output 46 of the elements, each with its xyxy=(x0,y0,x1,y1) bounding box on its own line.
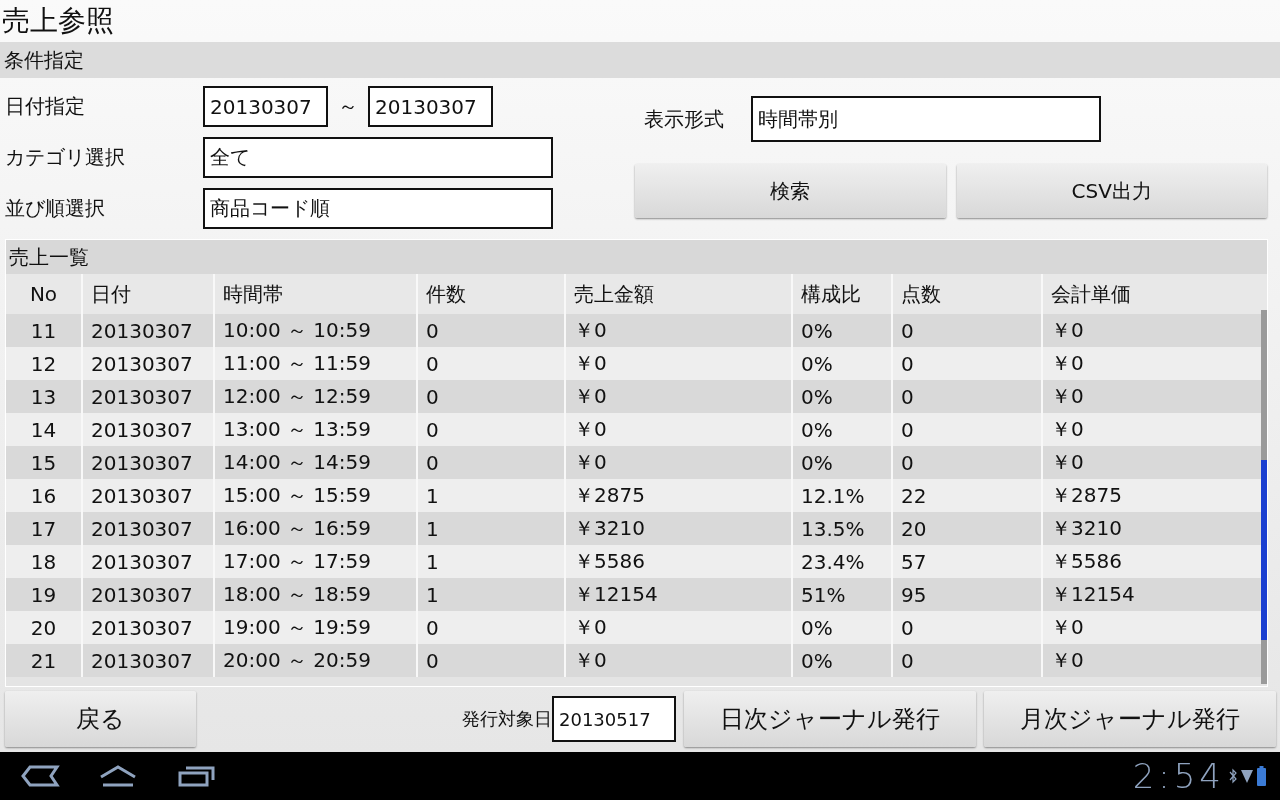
field-label: 発行対象日 xyxy=(462,707,552,731)
input-field[interactable]: 商品コード順 xyxy=(203,188,553,229)
back-button[interactable]: 戻る xyxy=(5,691,196,747)
export-button[interactable]: CSV出力 xyxy=(956,164,1267,218)
signal-icon xyxy=(1241,768,1253,784)
table-cell-text: 19 xyxy=(29,581,58,609)
screen-title: 売上参照 xyxy=(1,3,115,39)
journal-button[interactable]: 月次ジャーナル発行 xyxy=(984,691,1276,747)
input-field[interactable]: 20130307 xyxy=(203,86,328,127)
table-cell: ￥0 xyxy=(564,644,791,677)
search-button[interactable]: 検索 xyxy=(635,164,946,218)
table-cell-text: 16 xyxy=(29,482,58,510)
table-cell-text: 15 xyxy=(29,449,58,477)
field-label: 表示形式 xyxy=(644,105,725,133)
field-label: 日付指定 xyxy=(4,93,86,120)
battery-icon xyxy=(1257,766,1266,786)
table-cell-text: 21 xyxy=(29,647,58,675)
table-cell-text: 18 xyxy=(29,548,58,576)
scrollbar[interactable] xyxy=(1261,310,1267,684)
input-field[interactable]: 20130517 xyxy=(552,696,676,742)
table-title: 売上一覧 xyxy=(6,240,1267,274)
field-label: カテゴリ選択 xyxy=(4,144,126,171)
input-field[interactable]: 20130307 xyxy=(368,86,493,127)
home-icon[interactable] xyxy=(98,764,138,788)
range-separator: ～ xyxy=(337,93,359,120)
table-cell: 20:00 ～ 20:59 xyxy=(213,644,416,677)
back-icon[interactable] xyxy=(20,764,60,788)
column-header: No xyxy=(28,281,59,308)
journal-button[interactable]: 日次ジャーナル発行 xyxy=(684,691,976,747)
bluetooth-icon xyxy=(1229,768,1237,784)
input-field[interactable]: 時間帯別 xyxy=(751,96,1101,142)
recent-apps-icon[interactable] xyxy=(176,764,216,788)
table-cell: 20130307 xyxy=(81,644,213,677)
table-cell-text: 17 xyxy=(29,515,58,543)
table-cell: 0% xyxy=(791,644,891,677)
field-label: 並び順選択 xyxy=(4,195,106,222)
table-cell-text: 13 xyxy=(29,383,58,411)
clock: 2:54 xyxy=(1132,756,1225,796)
table-cell-text: 14 xyxy=(29,416,58,444)
table-cell: 0 xyxy=(416,644,564,677)
input-field[interactable]: 全て xyxy=(203,137,553,178)
table-cell-text: 11 xyxy=(29,317,58,345)
table-cell-text: 12 xyxy=(29,350,58,378)
section-header: 条件指定 xyxy=(0,42,1280,78)
table-cell-text: 20 xyxy=(29,614,58,642)
table-cell: 0 xyxy=(891,644,1041,677)
